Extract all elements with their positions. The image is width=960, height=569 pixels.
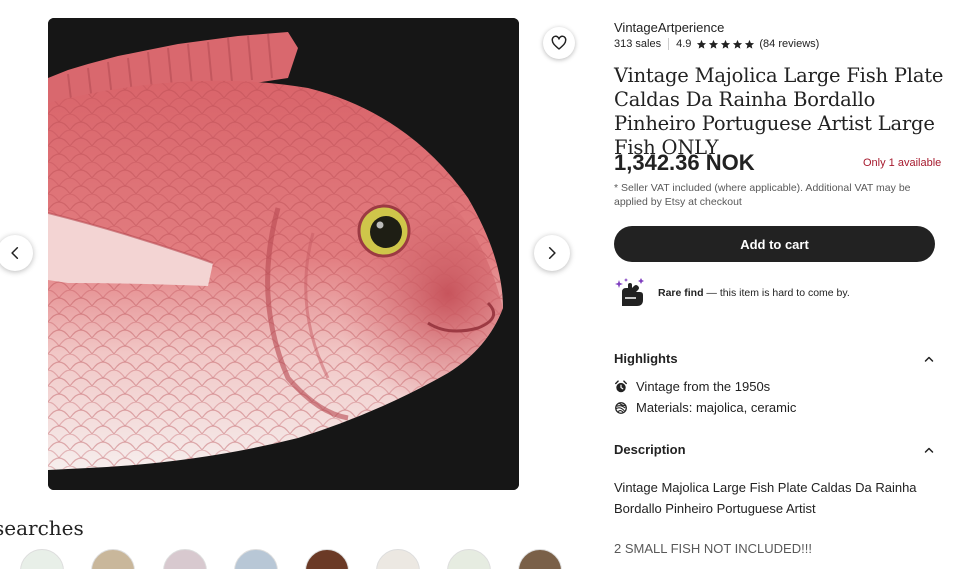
- shop-rating: 4.9: [676, 38, 692, 50]
- product-image[interactable]: [48, 18, 519, 490]
- star-icon: [745, 39, 755, 49]
- related-search-thumbnail[interactable]: [305, 549, 349, 569]
- listing-price: 1,342.36 NOK: [614, 150, 755, 175]
- alarm-clock-icon: [615, 379, 627, 392]
- related-searches-row: [0, 549, 580, 569]
- rare-find-notice: Rare find — this item is hard to come by…: [614, 276, 850, 310]
- chevron-right-icon: [548, 246, 556, 260]
- shop-meta: 313 sales 4.9 (84 reviews): [614, 38, 819, 50]
- description-paragraph: Vintage Majolica Large Fish Plate Caldas…: [614, 480, 917, 516]
- rating-stars: [696, 39, 755, 50]
- rare-find-label: Rare find: [658, 287, 704, 299]
- related-search-thumbnail[interactable]: [20, 549, 64, 569]
- star-icon: [721, 39, 731, 49]
- rare-find-description: — this item is hard to come by.: [703, 287, 850, 299]
- fish-plate-illustration: [48, 18, 519, 490]
- highlight-item: Materials: majolica, ceramic: [614, 400, 796, 415]
- rare-find-icon: [615, 278, 644, 306]
- star-icon: [733, 39, 743, 49]
- next-image-button[interactable]: [534, 235, 570, 271]
- add-to-cart-button[interactable]: Add to cart: [614, 226, 935, 262]
- reviews-link[interactable]: (84 reviews): [759, 38, 819, 50]
- chevron-left-icon: [11, 246, 19, 260]
- previous-image-button[interactable]: [0, 235, 33, 271]
- vat-note: * Seller VAT included (where applicable)…: [614, 182, 911, 208]
- shop-name-link[interactable]: VintageArtperience: [614, 20, 724, 35]
- description-note: 2 SMALL FISH NOT INCLUDED!!!: [614, 541, 812, 556]
- star-icon: [709, 39, 719, 49]
- related-search-thumbnail[interactable]: [234, 549, 278, 569]
- related-searches-title: searches: [0, 516, 84, 540]
- highlights-toggle[interactable]: Highlights: [614, 351, 935, 366]
- related-search-thumbnail[interactable]: [376, 549, 420, 569]
- star-icon: [697, 39, 707, 49]
- favorite-button[interactable]: [543, 27, 575, 59]
- listing-title: Vintage Majolica Large Fish Plate Caldas…: [614, 64, 944, 159]
- highlight-text: Materials: majolica, ceramic: [636, 400, 797, 415]
- rare-find-text: Rare find — this item is hard to come by…: [658, 287, 850, 299]
- related-search-thumbnail[interactable]: [447, 549, 491, 569]
- chevron-up-icon: [924, 447, 934, 453]
- yarn-ball-icon: [615, 401, 627, 414]
- shop-sales: 313 sales: [614, 38, 662, 50]
- highlight-item: Vintage from the 1950s: [614, 379, 770, 394]
- related-search-thumbnail[interactable]: [163, 549, 207, 569]
- related-search-thumbnail[interactable]: [518, 549, 562, 569]
- description-toggle[interactable]: Description: [614, 442, 935, 457]
- stock-status: Only 1 available: [863, 157, 942, 169]
- highlights-heading: Highlights: [614, 351, 678, 366]
- divider: [668, 38, 670, 50]
- description-heading: Description: [614, 442, 686, 457]
- heart-icon: [551, 35, 567, 50]
- related-search-thumbnail[interactable]: [91, 549, 135, 569]
- highlight-text: Vintage from the 1950s: [636, 379, 771, 394]
- chevron-up-icon: [924, 356, 934, 362]
